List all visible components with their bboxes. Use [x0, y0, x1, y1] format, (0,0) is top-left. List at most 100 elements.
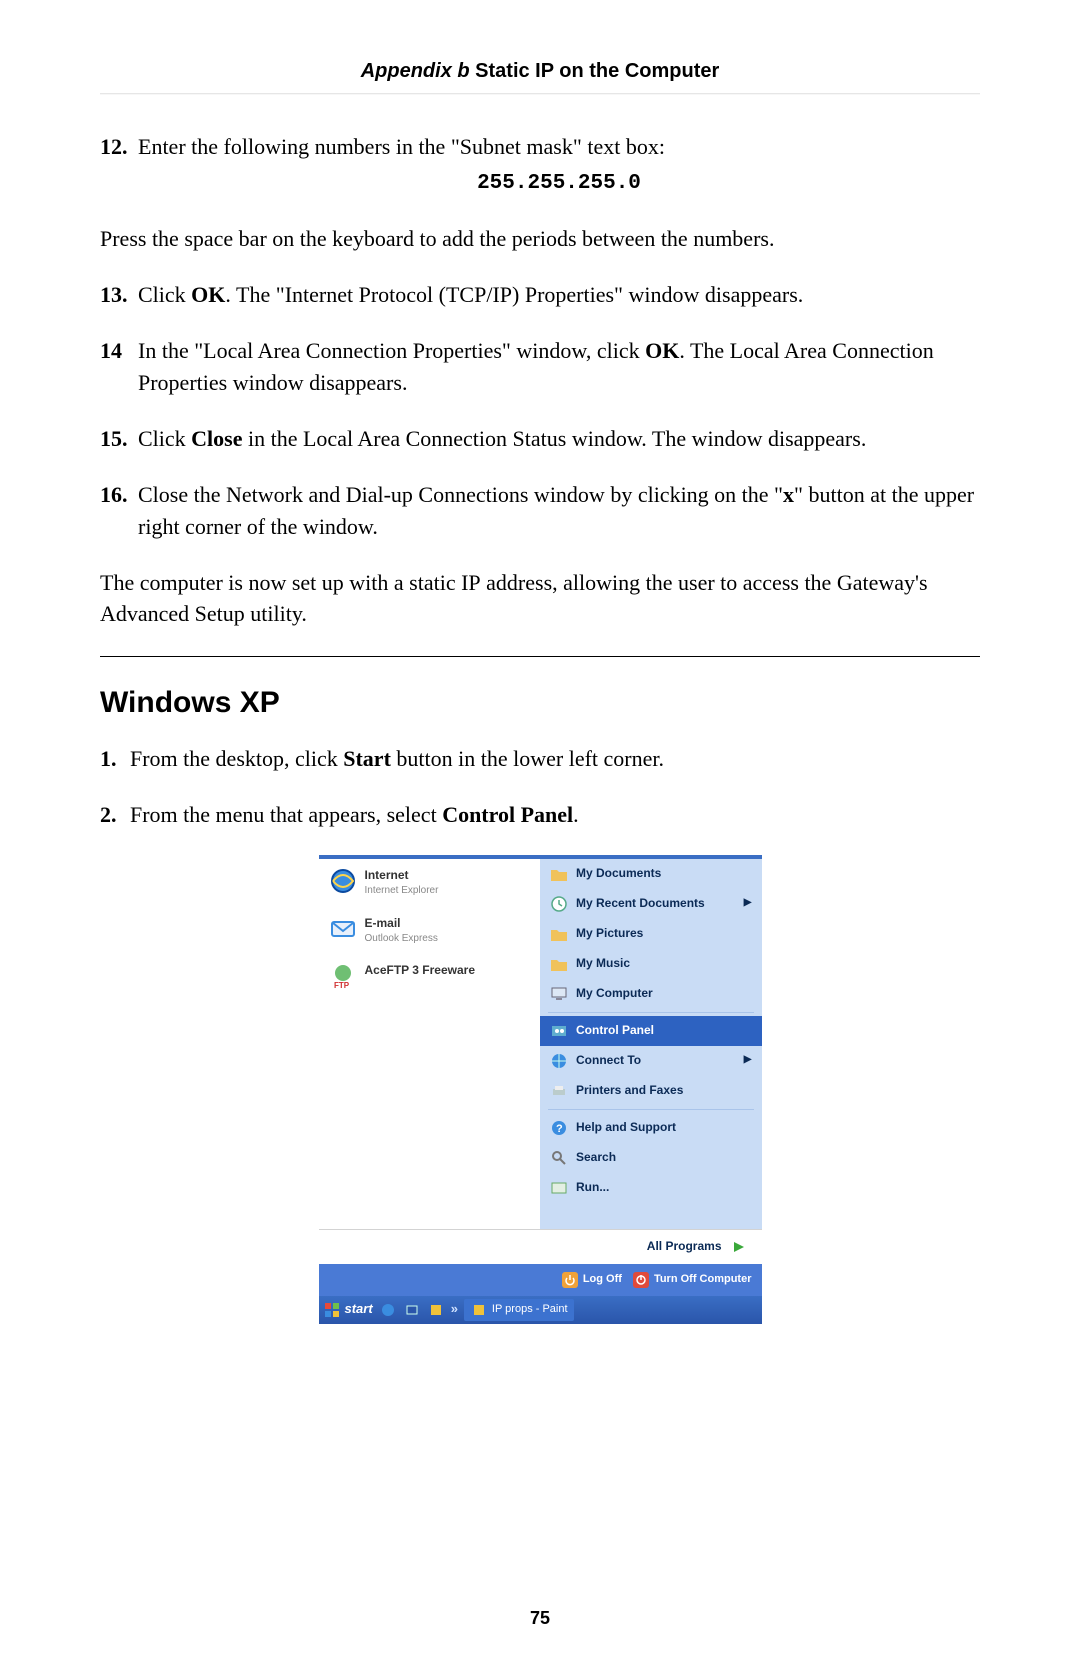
menu-separator	[548, 1012, 754, 1013]
page-number: 75	[0, 1608, 1080, 1629]
folder-icon	[550, 925, 568, 943]
folder-icon	[550, 955, 568, 973]
my-computer-label: My Computer	[576, 985, 653, 1002]
internet-sublabel: Internet Explorer	[365, 884, 439, 899]
step-12: 12. Enter the following numbers in the "…	[100, 131, 980, 199]
logoff-bar: Log Off Turn Off Computer	[319, 1264, 762, 1296]
ie-icon	[329, 867, 357, 895]
search-icon	[550, 1149, 568, 1167]
step-15: 15. Click Close in the Local Area Connec…	[100, 423, 980, 455]
help-item[interactable]: ? Help and Support	[540, 1113, 762, 1143]
my-recent-item[interactable]: My Recent Documents ▶	[540, 889, 762, 919]
conclusion-para: The computer is now set up with a static…	[100, 567, 980, 631]
help-icon: ?	[550, 1119, 568, 1137]
paint-icon	[470, 1301, 488, 1319]
svg-text:?: ?	[556, 1123, 563, 1135]
step-text: Close the Network and Dial-up Connection…	[138, 479, 980, 543]
shutdown-button[interactable]: Turn Off Computer	[632, 1271, 752, 1289]
printers-item[interactable]: Printers and Faxes	[540, 1076, 762, 1106]
arrow-right-icon	[730, 1238, 748, 1256]
printers-label: Printers and Faxes	[576, 1082, 683, 1099]
start-menu-columns: Internet Internet Explorer E-mail Outloo…	[319, 859, 762, 1229]
step-number: 12.	[100, 131, 138, 199]
email-sublabel: Outlook Express	[365, 932, 438, 947]
step-text: In the "Local Area Connection Properties…	[138, 335, 980, 399]
control-panel-label: Control Panel	[576, 1022, 654, 1039]
run-item[interactable]: Run...	[540, 1173, 762, 1203]
help-label: Help and Support	[576, 1119, 676, 1136]
step-number: 15.	[100, 423, 138, 455]
logoff-button[interactable]: Log Off	[561, 1271, 622, 1289]
all-programs-row[interactable]: All Programs	[319, 1229, 762, 1264]
shutdown-label: Turn Off Computer	[654, 1272, 752, 1288]
header-rule	[100, 93, 980, 95]
my-documents-label: My Documents	[576, 865, 661, 882]
ftp-icon: FTP	[329, 962, 357, 990]
task-label: IP props - Paint	[492, 1302, 568, 1318]
submenu-arrow-icon: ▶	[744, 896, 752, 911]
my-pictures-label: My Pictures	[576, 925, 643, 942]
connect-to-label: Connect To	[576, 1052, 641, 1069]
network-icon	[550, 1052, 568, 1070]
start-label: start	[345, 1300, 373, 1319]
internet-label: Internet	[365, 867, 439, 884]
appendix-label: Appendix b	[361, 60, 470, 82]
internet-item[interactable]: Internet Internet Explorer	[329, 867, 531, 899]
run-label: Run...	[576, 1179, 609, 1196]
my-recent-label: My Recent Documents	[576, 895, 705, 912]
windows-flag-icon	[323, 1301, 341, 1319]
folder-icon	[550, 865, 568, 883]
my-computer-item[interactable]: My Computer	[540, 979, 762, 1009]
outlook-icon	[329, 915, 357, 943]
section-rule	[100, 656, 980, 657]
step-number: 1.	[100, 743, 130, 775]
xp-step-2: 2. From the menu that appears, select Co…	[100, 799, 980, 831]
step-14: 14 In the "Local Area Connection Propert…	[100, 335, 980, 399]
printer-icon	[550, 1082, 568, 1100]
paint-tray-icon[interactable]	[427, 1301, 445, 1319]
body-content: 12. Enter the following numbers in the "…	[100, 131, 980, 1324]
section-heading: Windows XP	[100, 681, 980, 725]
logoff-label: Log Off	[583, 1272, 622, 1288]
all-programs-label: All Programs	[647, 1238, 722, 1255]
subnet-code: 255.255.255.0	[138, 169, 980, 199]
step-text: Click Close in the Local Area Connection…	[138, 423, 980, 455]
my-music-item[interactable]: My Music	[540, 949, 762, 979]
my-pictures-item[interactable]: My Pictures	[540, 919, 762, 949]
shutdown-icon	[632, 1271, 650, 1289]
step-number: 16.	[100, 479, 138, 543]
search-item[interactable]: Search	[540, 1143, 762, 1173]
menu-separator	[548, 1109, 754, 1110]
aceftp-item[interactable]: FTP AceFTP 3 Freeware	[329, 962, 531, 990]
logoff-icon	[561, 1271, 579, 1289]
run-icon	[550, 1179, 568, 1197]
step-text: From the desktop, click Start button in …	[130, 743, 980, 775]
start-button[interactable]: start	[323, 1300, 373, 1319]
taskbar: start » IP props - Paint	[319, 1296, 762, 1324]
step-text: From the menu that appears, select Contr…	[130, 799, 980, 831]
xp-steps: 1. From the desktop, click Start button …	[100, 743, 980, 831]
connect-to-item[interactable]: Connect To ▶	[540, 1046, 762, 1076]
start-menu-right-pane: My Documents My Recent Documents ▶ My Pi…	[540, 859, 762, 1229]
email-item[interactable]: E-mail Outlook Express	[329, 915, 531, 947]
computer-icon	[550, 985, 568, 1003]
media-tray-icon[interactable]	[403, 1301, 421, 1319]
step-16: 16. Close the Network and Dial-up Connec…	[100, 479, 980, 543]
my-documents-item[interactable]: My Documents	[540, 859, 762, 889]
start-menu-left-pane: Internet Internet Explorer E-mail Outloo…	[319, 859, 541, 1229]
step-text: Click OK. The "Internet Protocol (TCP/IP…	[138, 279, 980, 311]
ie-tray-icon[interactable]	[379, 1301, 397, 1319]
control-panel-icon	[550, 1022, 568, 1040]
step-number: 14	[100, 335, 138, 399]
step-13: 13. Click OK. The "Internet Protocol (TC…	[100, 279, 980, 311]
svg-text:FTP: FTP	[334, 981, 350, 989]
page-title: Static IP on the Computer	[470, 60, 720, 82]
tray-chevron[interactable]: »	[451, 1300, 458, 1319]
xp-step-1: 1. From the desktop, click Start button …	[100, 743, 980, 775]
aceftp-label: AceFTP 3 Freeware	[365, 962, 476, 979]
submenu-arrow-icon: ▶	[744, 1053, 752, 1068]
taskbar-task[interactable]: IP props - Paint	[464, 1299, 574, 1321]
instruction-para: Press the space bar on the keyboard to a…	[100, 223, 980, 255]
control-panel-item[interactable]: Control Panel	[540, 1016, 762, 1046]
screenshot-wrapper: Internet Internet Explorer E-mail Outloo…	[100, 855, 980, 1324]
